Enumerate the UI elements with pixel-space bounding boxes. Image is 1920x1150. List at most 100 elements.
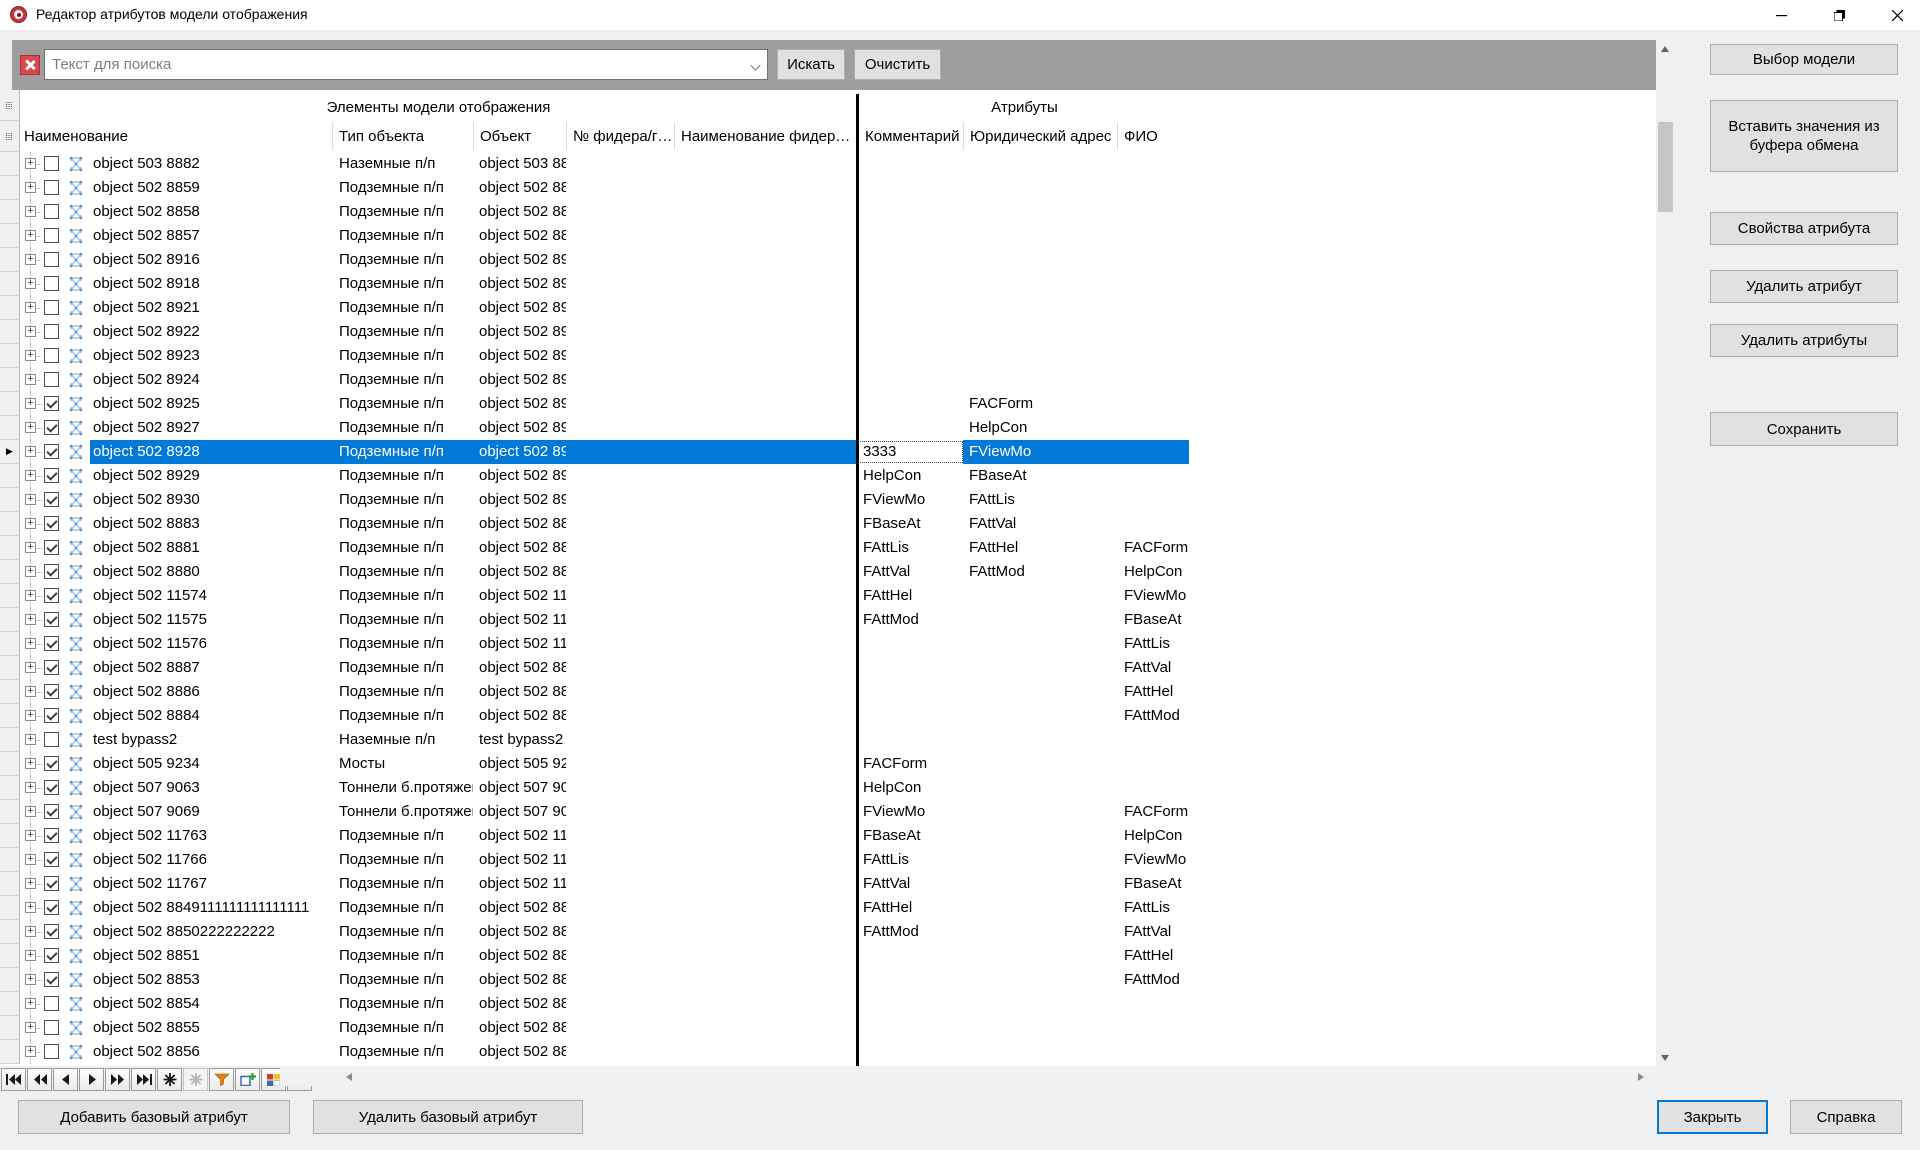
table-row[interactable]: ▶ + object 502 8855 Подземные п/п object… (0, 1016, 1656, 1040)
cell-object[interactable]: object 502 88 (473, 176, 566, 200)
expand-plus-icon[interactable]: + (25, 662, 36, 673)
insert-record-button[interactable] (157, 1068, 182, 1091)
row-selector-cell[interactable]: ▶ (0, 392, 20, 416)
expand-plus-icon[interactable]: + (25, 518, 36, 529)
cell-comment[interactable] (859, 944, 963, 968)
cell-feeder-number[interactable] (566, 320, 674, 344)
cell-legal-address[interactable] (963, 920, 1117, 944)
row-checkbox[interactable] (44, 660, 59, 675)
next-record-button[interactable] (79, 1068, 104, 1091)
cell-name[interactable]: object 502 11575 (90, 608, 332, 632)
cell-name[interactable]: object 502 8924 (90, 368, 332, 392)
cell-feeder-number[interactable] (566, 152, 674, 176)
table-row[interactable]: ▶ + object 502 8854 Подземные п/п object… (0, 992, 1656, 1016)
cell-feeder-name[interactable] (674, 680, 857, 704)
minimize-button[interactable] (1758, 0, 1804, 30)
row-selector-cell[interactable]: ▶ (0, 1016, 20, 1040)
expand-plus-icon[interactable]: + (25, 422, 36, 433)
clear-button[interactable]: Очистить (854, 49, 941, 80)
expand-plus-icon[interactable]: + (25, 902, 36, 913)
cell-feeder-name[interactable] (674, 872, 857, 896)
row-selector-cell[interactable]: ▶ (0, 704, 20, 728)
expand-plus-icon[interactable]: + (25, 614, 36, 625)
cell-object-type[interactable]: Подземные п/п (332, 416, 473, 440)
cell-object-type[interactable]: Подземные п/п (332, 200, 473, 224)
cell-name[interactable]: object 502 8880 (90, 560, 332, 584)
cell-object-type[interactable]: Подземные п/п (332, 512, 473, 536)
row-checkbox[interactable] (44, 684, 59, 699)
cell-comment[interactable]: HelpCon (859, 776, 963, 800)
cell-comment[interactable] (859, 320, 963, 344)
row-selector-cell[interactable]: ▶ (0, 680, 20, 704)
expand-plus-icon[interactable]: + (25, 230, 36, 241)
expand-plus-icon[interactable]: + (25, 782, 36, 793)
expand-plus-icon[interactable]: + (25, 710, 36, 721)
expand-plus-icon[interactable]: + (25, 590, 36, 601)
cell-name[interactable]: object 502 8929 (90, 464, 332, 488)
cell-feeder-number[interactable] (566, 1016, 674, 1040)
row-selector-cell[interactable]: ▶ (0, 584, 20, 608)
cell-object[interactable]: object 502 88 (473, 560, 566, 584)
cell-fio[interactable] (1117, 200, 1202, 224)
cell-comment[interactable]: FViewMo (859, 800, 963, 824)
cell-feeder-name[interactable] (674, 1016, 857, 1040)
cell-legal-address[interactable] (963, 1016, 1117, 1040)
row-checkbox[interactable] (44, 180, 59, 195)
row-selector-cell[interactable]: ▶ (0, 440, 20, 464)
expand-plus-icon[interactable]: + (25, 638, 36, 649)
cell-object-type[interactable]: Подземные п/п (332, 704, 473, 728)
row-checkbox[interactable] (44, 708, 59, 723)
row-checkbox[interactable] (44, 492, 59, 507)
table-row[interactable]: ▶ + object 507 9063 Тоннели б.протяжен o… (0, 776, 1656, 800)
horizontal-scrollbar[interactable] (280, 1068, 1656, 1086)
column-header-object[interactable]: Объект (473, 122, 566, 150)
expand-plus-icon[interactable]: + (25, 1022, 36, 1033)
cell-fio[interactable]: FAttHel (1117, 944, 1202, 968)
cell-fio[interactable]: FAttHel (1117, 680, 1202, 704)
expand-plus-icon[interactable]: + (25, 542, 36, 553)
cell-feeder-name[interactable] (674, 224, 857, 248)
cell-object-type[interactable]: Подземные п/п (332, 824, 473, 848)
row-selector-cell[interactable]: ▶ (0, 512, 20, 536)
row-checkbox[interactable] (44, 324, 59, 339)
cell-feeder-name[interactable] (674, 632, 857, 656)
cell-object[interactable]: object 502 88 (473, 536, 566, 560)
cell-object[interactable]: object 502 88 (473, 512, 566, 536)
table-row[interactable]: ▶ + object 502 8853 Подземные п/п object… (0, 968, 1656, 992)
cell-feeder-number[interactable] (566, 968, 674, 992)
cell-name[interactable]: object 502 8918 (90, 272, 332, 296)
column-header-name[interactable]: Наименование (20, 122, 332, 150)
table-row[interactable]: ▶ + object 502 8857 Подземные п/п object… (0, 224, 1656, 248)
column-header-object-type[interactable]: Тип объекта (332, 122, 473, 150)
cell-comment[interactable]: FViewMo (859, 488, 963, 512)
cell-feeder-name[interactable] (674, 776, 857, 800)
cell-legal-address[interactable] (963, 176, 1117, 200)
cell-name[interactable]: object 502 8921 (90, 296, 332, 320)
scroll-down-button[interactable] (1656, 1049, 1674, 1066)
cell-fio[interactable] (1117, 776, 1202, 800)
cell-comment[interactable] (859, 272, 963, 296)
cell-name[interactable]: object 502 11766 (90, 848, 332, 872)
cell-feeder-number[interactable] (566, 1040, 674, 1064)
cell-object[interactable]: object 502 88 (473, 944, 566, 968)
cell-object[interactable]: object 502 89 (473, 368, 566, 392)
table-row[interactable]: ▶ + object 502 11763 Подземные п/п objec… (0, 824, 1656, 848)
expand-plus-icon[interactable]: + (25, 182, 36, 193)
expand-plus-icon[interactable]: + (25, 566, 36, 577)
vertical-scrollbar[interactable] (1656, 40, 1674, 1066)
cell-fio[interactable] (1117, 152, 1202, 176)
row-selector-cell[interactable]: ▶ (0, 1040, 20, 1064)
row-checkbox[interactable] (44, 252, 59, 267)
cell-fio[interactable] (1117, 368, 1202, 392)
table-row[interactable]: ▶ + object 502 8922 Подземные п/п object… (0, 320, 1656, 344)
cell-comment[interactable]: FACForm (859, 752, 963, 776)
cell-object[interactable]: object 502 88 (473, 992, 566, 1016)
cell-name[interactable]: object 502 8887 (90, 656, 332, 680)
cell-name[interactable]: object 505 9234 (90, 752, 332, 776)
cell-comment[interactable] (859, 176, 963, 200)
cell-name[interactable]: object 502 8928 (90, 440, 332, 464)
expand-plus-icon[interactable]: + (25, 326, 36, 337)
cell-feeder-name[interactable] (674, 800, 857, 824)
cell-feeder-name[interactable] (674, 416, 857, 440)
cell-feeder-name[interactable] (674, 200, 857, 224)
